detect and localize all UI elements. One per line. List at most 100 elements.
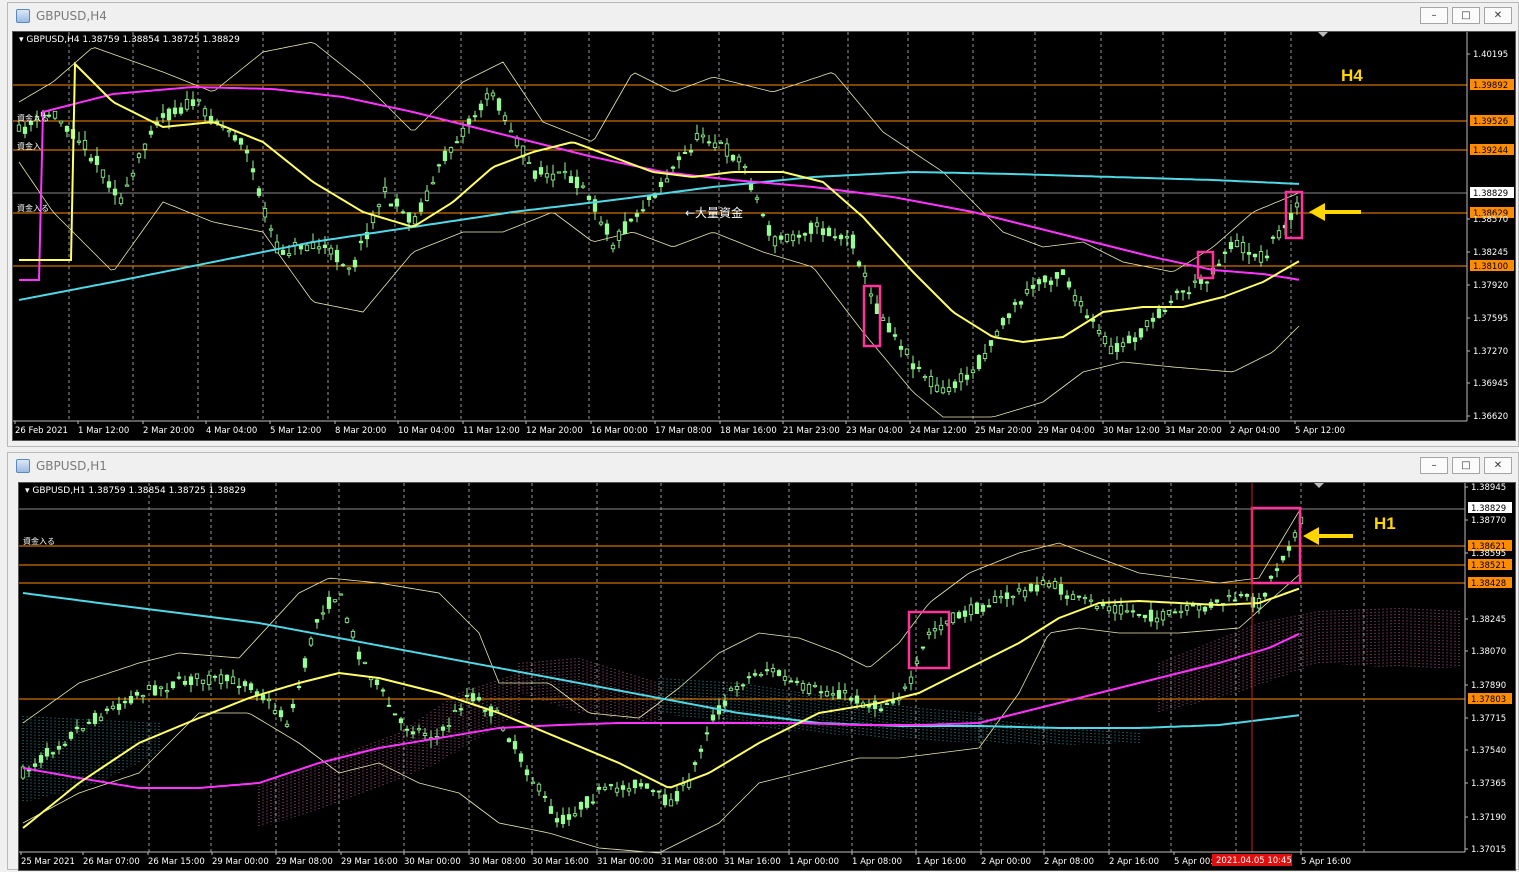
- candle-body: [508, 130, 514, 133]
- maximize-button[interactable]: □: [1452, 7, 1480, 24]
- time-tick-label: 29 Mar 08:00: [276, 857, 333, 867]
- candle-body: [1264, 255, 1270, 259]
- candle-body: [734, 686, 740, 690]
- price-chart-h4[interactable]: 1.40195 1.39892 1.39526 1.39244 1.38829 1.386…: [12, 31, 1516, 441]
- candle-body: [92, 712, 98, 724]
- candle-body: [422, 733, 428, 736]
- candle-body: [650, 790, 656, 793]
- candle-body: [670, 166, 676, 169]
- candle-body: [968, 604, 974, 616]
- candle-body: [430, 182, 436, 185]
- candle-body: [328, 247, 334, 255]
- time-tick-label: 30 Mar 12:00: [1103, 426, 1160, 436]
- candle-body: [376, 204, 382, 208]
- candle-body: [616, 230, 622, 241]
- price-tick-label: 1.38595: [1471, 549, 1506, 559]
- candle-body: [1276, 230, 1282, 239]
- candle-body: [1246, 251, 1252, 255]
- candle-body: [880, 317, 886, 321]
- price-chart-h1[interactable]: 1.38945 1.38829 1.38770 1.38621 1.38595 1.385…: [18, 482, 1516, 871]
- candle-body: [692, 762, 698, 765]
- candle-body: [844, 236, 850, 239]
- candle-body: [352, 259, 358, 268]
- candle-body: [598, 221, 604, 225]
- candle-body: [544, 173, 550, 178]
- candle-body: [532, 170, 538, 179]
- candle-body: [1162, 309, 1168, 312]
- candle-body: [116, 703, 122, 710]
- candle-body: [658, 181, 664, 187]
- candle-body: [314, 619, 320, 623]
- fund-label-1: 資金入る: [23, 537, 55, 546]
- window-title-h4: GBPUSD,H4: [36, 9, 107, 23]
- candle-body: [938, 624, 944, 631]
- candle-body: [1114, 343, 1120, 352]
- minimize-button[interactable]: –: [1420, 7, 1448, 24]
- time-tick-label: 16 Mar 00:00: [591, 426, 648, 436]
- candle-body: [1186, 292, 1192, 295]
- candle-body: [932, 628, 938, 632]
- candle-body: [16, 124, 22, 132]
- candle-body: [334, 249, 340, 263]
- level-price-label: 1.39526: [1473, 117, 1508, 127]
- price-tick-label: 1.37015: [1471, 845, 1506, 855]
- chart-canvas-h1[interactable]: 1.389451.388291.387701.386211.385951.385…: [19, 483, 1517, 872]
- window-titlebar-h4[interactable]: GBPUSD,H4: [8, 3, 1518, 29]
- candle-body: [152, 685, 158, 696]
- crosshair-time-label: 2021.04.05 10:45: [1216, 856, 1292, 866]
- candle-body: [974, 602, 980, 614]
- candle-body: [740, 684, 746, 687]
- price-tick-label: 1.38070: [1471, 647, 1506, 657]
- candle-body: [560, 814, 566, 825]
- candle-body: [260, 694, 266, 701]
- time-tick-label: 11 Mar 12:00: [463, 426, 520, 436]
- candle-body: [250, 168, 256, 173]
- window-titlebar-h1[interactable]: GBPUSD,H1: [8, 453, 1518, 479]
- time-tick-label: 8 Mar 20:00: [335, 426, 386, 436]
- moving-average-fast: [19, 61, 1300, 344]
- candle-body: [1078, 301, 1084, 307]
- chart-window-h4[interactable]: GBPUSD,H4 – □ ✕ 1.40195 1.39892 1.39526 1.3…: [7, 2, 1519, 447]
- time-tick-label: 29 Mar 16:00: [341, 857, 398, 867]
- candle-body: [458, 708, 464, 711]
- highlight-box: [907, 610, 951, 670]
- candle-body: [1036, 279, 1042, 285]
- candle-body: [1294, 202, 1300, 208]
- candle-body: [1088, 599, 1094, 602]
- chart-window-h1[interactable]: GBPUSD,H1 – □ ✕ 1.38945 1.38829 1.38770 1.3…: [7, 452, 1519, 871]
- time-tick-label: 30 Mar 16:00: [532, 857, 589, 867]
- candle-body: [1040, 580, 1046, 586]
- candle-body: [850, 234, 856, 249]
- candle-body: [274, 241, 280, 254]
- candle-body: [424, 190, 430, 201]
- close-button[interactable]: ✕: [1484, 457, 1512, 474]
- candle-body: [80, 728, 86, 731]
- candle-body: [1084, 315, 1090, 319]
- chart-canvas-h4[interactable]: 1.401951.398921.395261.392441.388291.386…: [13, 32, 1517, 442]
- price-tick-label: 1.37595: [1473, 314, 1508, 324]
- candle-body: [568, 176, 574, 183]
- candle-body: [698, 748, 704, 752]
- candle-body: [770, 668, 776, 673]
- maximize-button[interactable]: □: [1452, 457, 1480, 474]
- candle-body: [64, 125, 70, 132]
- candle-body: [590, 801, 596, 804]
- candle-body: [1052, 581, 1058, 589]
- time-tick-label: 2 Apr 08:00: [1044, 857, 1094, 867]
- candle-body: [796, 234, 802, 238]
- minimize-button[interactable]: –: [1420, 457, 1448, 474]
- candle-body: [752, 673, 758, 676]
- candle-body: [380, 689, 386, 692]
- candle-body: [226, 130, 232, 133]
- candle-body: [706, 141, 712, 144]
- candle-body: [1288, 213, 1294, 220]
- candle-body: [524, 769, 530, 776]
- candle-body: [1126, 335, 1132, 344]
- close-button[interactable]: ✕: [1484, 7, 1512, 24]
- candle-body: [548, 806, 554, 814]
- bollinger-band: [18, 161, 1300, 418]
- candle-body: [554, 818, 560, 823]
- candle-body: [340, 264, 346, 267]
- candle-body: [406, 212, 412, 223]
- candle-body: [668, 799, 674, 807]
